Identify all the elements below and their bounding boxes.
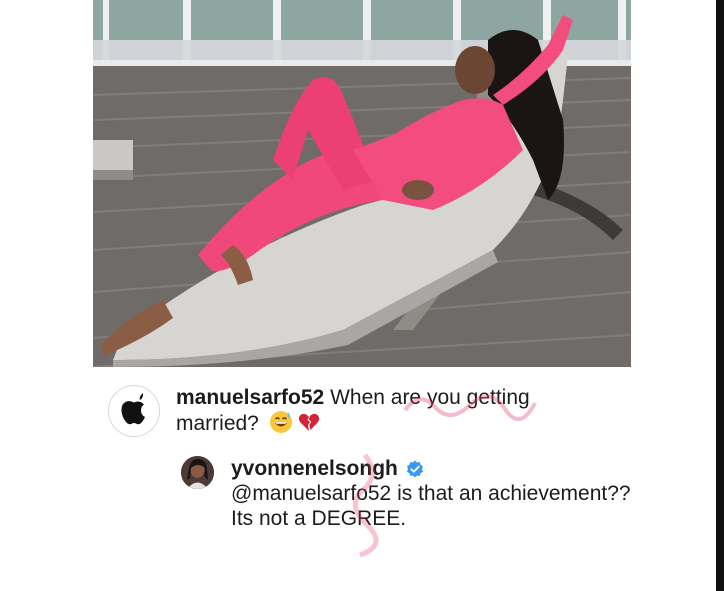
comment-username[interactable]: manuelsarfo52: [176, 386, 324, 409]
reply-username[interactable]: yvonnenelsongh: [231, 457, 398, 480]
right-edge-bar: [716, 0, 724, 591]
reply-avatar[interactable]: [181, 456, 214, 489]
comment-reply: yvonnenelsongh @manuelsarfo52 is that an…: [231, 456, 631, 531]
commenter-avatar[interactable]: [108, 385, 160, 437]
apple-logo-icon: [121, 393, 145, 425]
verified-badge-icon: [406, 460, 423, 478]
post-photo[interactable]: [93, 0, 631, 367]
comment-question: manuelsarfo52 When are you getting marri…: [176, 385, 616, 436]
broken-heart-emoji: [298, 413, 319, 431]
reply-mention[interactable]: @manuelsarfo52: [231, 482, 391, 505]
grinning-sweat-emoji: [269, 411, 292, 433]
profile-photo-icon: [181, 456, 214, 489]
post-photo-illustration: [93, 0, 631, 367]
